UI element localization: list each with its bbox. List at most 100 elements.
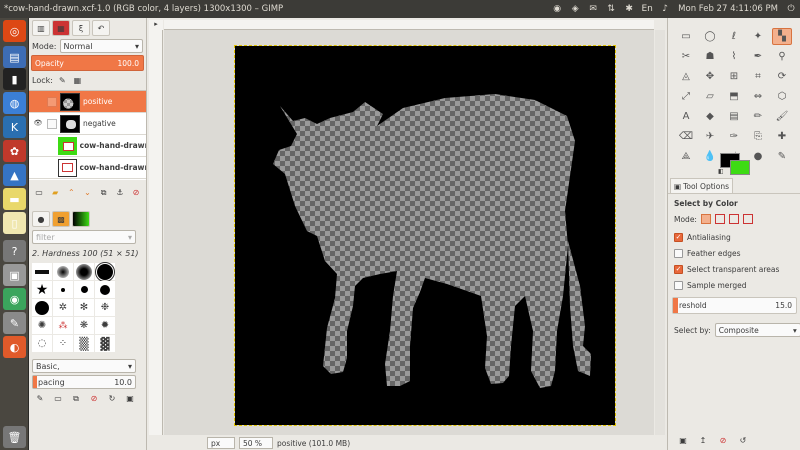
- browser-icon[interactable]: ◍: [3, 92, 26, 114]
- anchor-layer-icon[interactable]: ⚓: [115, 187, 125, 198]
- unit-select[interactable]: px: [207, 437, 235, 449]
- transparent-checkbox[interactable]: ✓: [674, 264, 683, 274]
- zoom-select[interactable]: 50 %: [239, 437, 273, 449]
- brush-item[interactable]: ▓: [95, 335, 115, 352]
- brush-item[interactable]: [95, 261, 115, 282]
- brush-item[interactable]: ◌: [32, 335, 52, 352]
- help-icon[interactable]: ?: [3, 240, 26, 262]
- scissors-icon[interactable]: ✂: [676, 48, 696, 65]
- free-select-icon[interactable]: ℓ: [724, 28, 744, 45]
- gimp-icon[interactable]: ✎: [3, 312, 26, 334]
- sample-merged-checkbox[interactable]: [674, 280, 683, 290]
- app-blue-icon[interactable]: ▲: [3, 164, 26, 186]
- open-brush-icon[interactable]: ▣: [124, 393, 136, 404]
- ellipse-select-icon[interactable]: ◯: [700, 28, 720, 45]
- clock[interactable]: Mon Feb 27 4:11:06 PM: [674, 4, 782, 14]
- feather-option[interactable]: Feather edges: [668, 245, 800, 261]
- brush-item[interactable]: ⁘: [53, 335, 73, 352]
- brush-item[interactable]: ★: [32, 281, 52, 298]
- scale-icon[interactable]: ⤢: [676, 88, 696, 105]
- foreground-select-icon[interactable]: ☗: [700, 48, 720, 65]
- sample-merged-option[interactable]: Sample merged: [668, 277, 800, 293]
- subtract-mode-icon[interactable]: [728, 214, 739, 224]
- brush-item[interactable]: [95, 281, 115, 298]
- tab-tool-options[interactable]: ▣ Tool Options: [670, 178, 733, 193]
- volume-icon[interactable]: ♪: [656, 0, 674, 18]
- align-icon[interactable]: ⊞: [724, 68, 744, 85]
- lock-pixels-icon[interactable]: ✎: [59, 76, 66, 85]
- new-brush-icon[interactable]: ▭: [52, 393, 64, 404]
- network-icon[interactable]: ⇅: [602, 0, 620, 18]
- layer-row[interactable]: positive: [29, 91, 146, 113]
- color-picker-icon[interactable]: ✒: [748, 48, 768, 65]
- brush-item[interactable]: [53, 263, 73, 280]
- spacing-slider[interactable]: pacing 10.0: [32, 375, 136, 389]
- perspective-clone-icon[interactable]: ⟁: [676, 148, 696, 165]
- eraser-icon[interactable]: ⌫: [676, 128, 696, 145]
- tab-channels-icon[interactable]: ▦: [52, 20, 70, 36]
- ink-icon[interactable]: ✑: [724, 128, 744, 145]
- brush-item[interactable]: [53, 281, 73, 298]
- crop-icon[interactable]: ⌗: [748, 68, 768, 85]
- notes-icon[interactable]: ▬: [3, 188, 26, 210]
- measure-icon[interactable]: ◬: [676, 68, 696, 85]
- raise-layer-icon[interactable]: ⌃: [66, 187, 76, 198]
- save-options-icon[interactable]: ▣: [677, 435, 689, 446]
- visibility-toggle[interactable]: [32, 97, 44, 107]
- brush-item[interactable]: ⁂: [53, 317, 73, 334]
- eye-icon[interactable]: 👁: [32, 119, 44, 129]
- duplicate-brush-icon[interactable]: ⧉: [70, 393, 82, 404]
- layer-row[interactable]: 👁 negative: [29, 113, 146, 135]
- document-icon[interactable]: ▯: [3, 212, 26, 234]
- tab-gradients-icon[interactable]: [72, 211, 90, 227]
- refresh-brush-icon[interactable]: ↻: [106, 393, 118, 404]
- canvas-viewport[interactable]: [164, 30, 654, 435]
- rect-select-icon[interactable]: ▭: [676, 28, 696, 45]
- opacity-slider[interactable]: Opacity 100.0: [31, 55, 144, 71]
- bucket-fill-icon[interactable]: ◆: [700, 108, 720, 125]
- bluetooth-icon[interactable]: ✱: [620, 0, 638, 18]
- lock-alpha-icon[interactable]: ▦: [74, 76, 82, 85]
- antialiasing-option[interactable]: ✓ Antialiasing: [668, 229, 800, 245]
- lower-layer-icon[interactable]: ⌄: [82, 187, 92, 198]
- restore-options-icon[interactable]: ↥: [697, 435, 709, 446]
- feather-checkbox[interactable]: [674, 248, 683, 258]
- brush-item[interactable]: ❉: [95, 299, 115, 316]
- new-layer-icon[interactable]: ▭: [34, 187, 44, 198]
- rotate-icon[interactable]: ⟳: [772, 68, 792, 85]
- duplicate-layer-icon[interactable]: ⧉: [99, 187, 109, 198]
- text-icon[interactable]: A: [676, 108, 696, 125]
- flip-icon[interactable]: ⇔: [748, 88, 768, 105]
- intersect-mode-icon[interactable]: [742, 214, 753, 224]
- select-by-color-icon[interactable]: ▚: [772, 28, 792, 45]
- heal-icon[interactable]: ✚: [772, 128, 792, 145]
- app-gray-icon[interactable]: ▣: [3, 264, 26, 286]
- discord-icon[interactable]: ◉: [548, 0, 566, 18]
- select-by-select[interactable]: Composite ▾: [714, 323, 800, 337]
- brush-item[interactable]: ✲: [53, 299, 73, 316]
- power-icon[interactable]: ⏻: [782, 0, 800, 18]
- blur-icon[interactable]: 💧: [700, 148, 720, 165]
- replace-mode-icon[interactable]: [700, 214, 711, 224]
- visibility-toggle[interactable]: [32, 163, 43, 173]
- dodge-burn-icon[interactable]: ●: [748, 148, 768, 165]
- mypaint-brush-icon[interactable]: ✎: [772, 148, 792, 165]
- clone-icon[interactable]: ⎘: [748, 128, 768, 145]
- visibility-toggle[interactable]: [32, 141, 43, 151]
- tab-patterns-icon[interactable]: ▩: [52, 211, 70, 227]
- paintbrush-icon[interactable]: 🖌: [772, 108, 792, 125]
- blend-icon[interactable]: ▤: [724, 108, 744, 125]
- trash-icon[interactable]: 🗑: [3, 426, 26, 448]
- dropbox-icon[interactable]: ◈: [566, 0, 584, 18]
- brush-item[interactable]: [32, 299, 52, 316]
- vertical-ruler[interactable]: [149, 30, 163, 435]
- terminal-icon[interactable]: ▮: [3, 68, 26, 90]
- threshold-slider[interactable]: reshold 15.0: [672, 297, 797, 314]
- tab-paths-icon[interactable]: ξ: [72, 20, 90, 36]
- new-group-icon[interactable]: ▰: [50, 187, 60, 198]
- chain-toggle[interactable]: [47, 118, 57, 129]
- fuzzy-select-icon[interactable]: ✦: [748, 28, 768, 45]
- app-orange-icon[interactable]: ◐: [3, 336, 26, 358]
- tab-undo-icon[interactable]: ↶: [92, 20, 110, 36]
- vertical-scrollbar[interactable]: [655, 30, 665, 435]
